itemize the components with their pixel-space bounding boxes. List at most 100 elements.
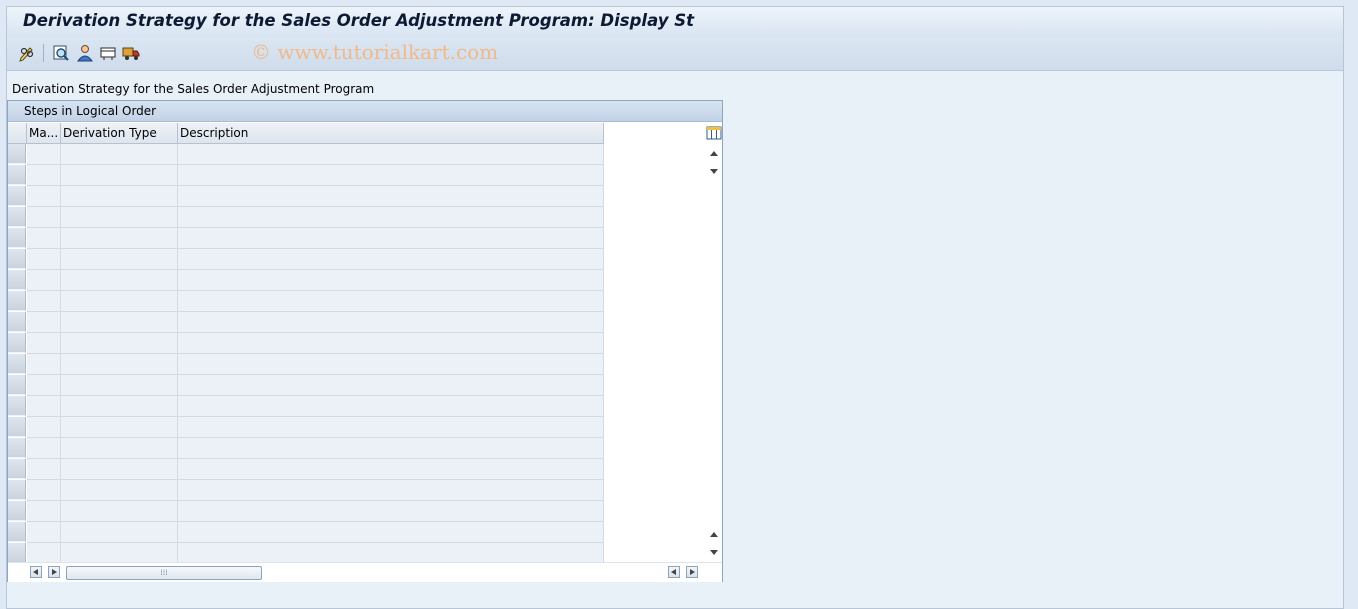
cell-derivation-type[interactable]: [61, 270, 178, 291]
pencil-glasses-icon[interactable]: [17, 43, 37, 63]
cell-ma[interactable]: [27, 144, 61, 165]
cell-derivation-type[interactable]: [61, 480, 178, 501]
table-row[interactable]: [8, 522, 604, 543]
transport-truck-icon[interactable]: [121, 43, 141, 63]
display-icon[interactable]: [98, 43, 118, 63]
table-row[interactable]: [8, 228, 604, 249]
cell-description[interactable]: [178, 270, 604, 291]
table-row[interactable]: [8, 207, 604, 228]
table-row[interactable]: [8, 333, 604, 354]
cell-description[interactable]: [178, 165, 604, 186]
cell-ma[interactable]: [27, 207, 61, 228]
cell-description[interactable]: [178, 333, 604, 354]
table-settings-icon[interactable]: [706, 126, 722, 140]
table-row[interactable]: [8, 144, 604, 165]
cell-description[interactable]: [178, 543, 604, 564]
cell-ma[interactable]: [27, 249, 61, 270]
cell-ma[interactable]: [27, 333, 61, 354]
row-selector[interactable]: [8, 459, 26, 479]
cell-ma[interactable]: [27, 417, 61, 438]
cell-description[interactable]: [178, 144, 604, 165]
row-selector[interactable]: [8, 438, 26, 458]
horizontal-scrollbar[interactable]: ⁞⁞⁞: [8, 562, 722, 582]
table-row[interactable]: [8, 480, 604, 501]
cell-derivation-type[interactable]: [61, 522, 178, 543]
table-row[interactable]: [8, 354, 604, 375]
table-row[interactable]: [8, 417, 604, 438]
cell-description[interactable]: [178, 480, 604, 501]
row-selector[interactable]: [8, 354, 26, 374]
cell-description[interactable]: [178, 207, 604, 228]
cell-ma[interactable]: [27, 375, 61, 396]
row-selector[interactable]: [8, 480, 26, 500]
scroll-down-icon[interactable]: [710, 169, 718, 174]
column-header-ma[interactable]: Ma...: [27, 123, 61, 144]
cell-derivation-type[interactable]: [61, 543, 178, 564]
cell-ma[interactable]: [27, 228, 61, 249]
cell-description[interactable]: [178, 522, 604, 543]
cell-description[interactable]: [178, 396, 604, 417]
cell-description[interactable]: [178, 354, 604, 375]
table-row[interactable]: [8, 459, 604, 480]
cell-ma[interactable]: [27, 543, 61, 564]
row-selector[interactable]: [8, 543, 26, 563]
cell-derivation-type[interactable]: [61, 144, 178, 165]
cell-ma[interactable]: [27, 165, 61, 186]
cell-description[interactable]: [178, 186, 604, 207]
cell-description[interactable]: [178, 375, 604, 396]
cell-derivation-type[interactable]: [61, 291, 178, 312]
cell-description[interactable]: [178, 459, 604, 480]
cell-derivation-type[interactable]: [61, 312, 178, 333]
cell-derivation-type[interactable]: [61, 228, 178, 249]
find-icon[interactable]: [51, 43, 71, 63]
cell-ma[interactable]: [27, 501, 61, 522]
row-selector[interactable]: [8, 501, 26, 521]
cell-ma[interactable]: [27, 438, 61, 459]
row-selector[interactable]: [8, 270, 26, 290]
scroll-left-end-icon[interactable]: [668, 566, 680, 578]
scroll-up-icon[interactable]: [710, 151, 718, 156]
table-row[interactable]: [8, 438, 604, 459]
cell-derivation-type[interactable]: [61, 354, 178, 375]
table-row[interactable]: [8, 291, 604, 312]
row-selector[interactable]: [8, 375, 26, 395]
person-icon[interactable]: [75, 43, 95, 63]
row-selector[interactable]: [8, 207, 26, 227]
scroll-right-end-icon[interactable]: [686, 566, 698, 578]
scroll-down-bottom-icon[interactable]: [710, 550, 718, 555]
row-selector[interactable]: [8, 417, 26, 437]
cell-derivation-type[interactable]: [61, 165, 178, 186]
cell-derivation-type[interactable]: [61, 459, 178, 480]
cell-description[interactable]: [178, 249, 604, 270]
cell-description[interactable]: [178, 438, 604, 459]
column-header-derivation-type[interactable]: Derivation Type: [61, 123, 178, 144]
cell-description[interactable]: [178, 501, 604, 522]
cell-ma[interactable]: [27, 522, 61, 543]
scroll-left-icon[interactable]: [30, 566, 42, 578]
row-selector[interactable]: [8, 312, 26, 332]
cell-derivation-type[interactable]: [61, 333, 178, 354]
cell-derivation-type[interactable]: [61, 417, 178, 438]
row-selector[interactable]: [8, 228, 26, 248]
row-selector[interactable]: [8, 249, 26, 269]
cell-derivation-type[interactable]: [61, 375, 178, 396]
vertical-scrollbar[interactable]: [706, 123, 722, 561]
cell-ma[interactable]: [27, 312, 61, 333]
cell-ma[interactable]: [27, 396, 61, 417]
table-row[interactable]: [8, 249, 604, 270]
table-row[interactable]: [8, 270, 604, 291]
cell-derivation-type[interactable]: [61, 501, 178, 522]
scroll-right-icon[interactable]: [48, 566, 60, 578]
cell-ma[interactable]: [27, 459, 61, 480]
row-selector[interactable]: [8, 165, 26, 185]
row-selector[interactable]: [8, 186, 26, 206]
row-selector[interactable]: [8, 333, 26, 353]
column-header-description[interactable]: Description: [178, 123, 604, 144]
row-selector[interactable]: [8, 522, 26, 542]
table-row[interactable]: [8, 396, 604, 417]
cell-description[interactable]: [178, 312, 604, 333]
table-row[interactable]: [8, 375, 604, 396]
cell-ma[interactable]: [27, 480, 61, 501]
row-selector[interactable]: [8, 291, 26, 311]
cell-derivation-type[interactable]: [61, 186, 178, 207]
